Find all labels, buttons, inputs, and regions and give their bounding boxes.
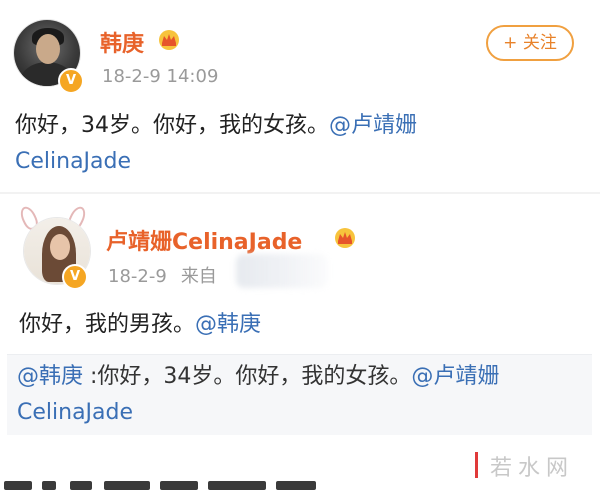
avatar-face <box>50 234 70 260</box>
source-prefix: 来自 <box>180 266 217 287</box>
mention-link[interactable]: @韩庚 <box>195 312 261 337</box>
post-timestamp: 18-2-9 14:09 <box>102 66 219 87</box>
mention-link[interactable]: @卢靖姗 <box>329 113 417 138</box>
post-text: 你好，我的男孩。@韩庚 <box>19 307 261 343</box>
blurred-source <box>236 254 328 288</box>
mention-link[interactable]: @韩庚 <box>17 364 83 389</box>
post-text-main: 你好，我的男孩。 <box>19 312 196 337</box>
watermark: 若水网 <box>490 456 575 481</box>
follow-button[interactable]: + 关注 <box>486 25 574 61</box>
post-text-main: 你好，34岁。你好，我的女孩。 <box>15 113 329 138</box>
mention-link-cont[interactable]: CelinaJade <box>17 400 133 425</box>
author-name[interactable]: 卢靖姗CelinaJade <box>106 224 302 256</box>
post-text: 你好，34岁。你好，我的女孩。@卢靖姗 CelinaJade <box>15 108 575 180</box>
verified-badge-icon: V <box>62 264 88 290</box>
avatar-face <box>36 34 60 64</box>
quoted-text: @韩庚 :你好，34岁。你好，我的女孩。@卢靖姗 CelinaJade <box>17 359 577 431</box>
quoted-body: :你好，34岁。你好，我的女孩。 <box>83 364 412 389</box>
mention-link-cont[interactable]: CelinaJade <box>15 149 131 174</box>
post-timestamp: 18-2-9 <box>108 266 167 287</box>
verified-badge-icon: V <box>58 68 84 94</box>
mention-link[interactable]: @卢靖姗 <box>411 364 499 389</box>
crown-icon <box>335 228 355 248</box>
crown-icon <box>159 30 179 50</box>
cutoff-text <box>0 478 340 490</box>
author-name[interactable]: 韩庚 <box>100 26 144 58</box>
red-mark <box>475 452 478 478</box>
weibo-screenshot: V 韩庚 18-2-9 14:09 + 关注 你好，34岁。你好，我的女孩。@卢… <box>0 0 600 490</box>
quoted-post[interactable]: @韩庚 :你好，34岁。你好，我的女孩。@卢靖姗 CelinaJade <box>7 354 592 435</box>
post-meta: 18-2-9 来自 <box>108 262 217 288</box>
post-hangeng: V 韩庚 18-2-9 14:09 + 关注 你好，34岁。你好，我的女孩。@卢… <box>0 0 600 190</box>
divider <box>0 192 600 194</box>
